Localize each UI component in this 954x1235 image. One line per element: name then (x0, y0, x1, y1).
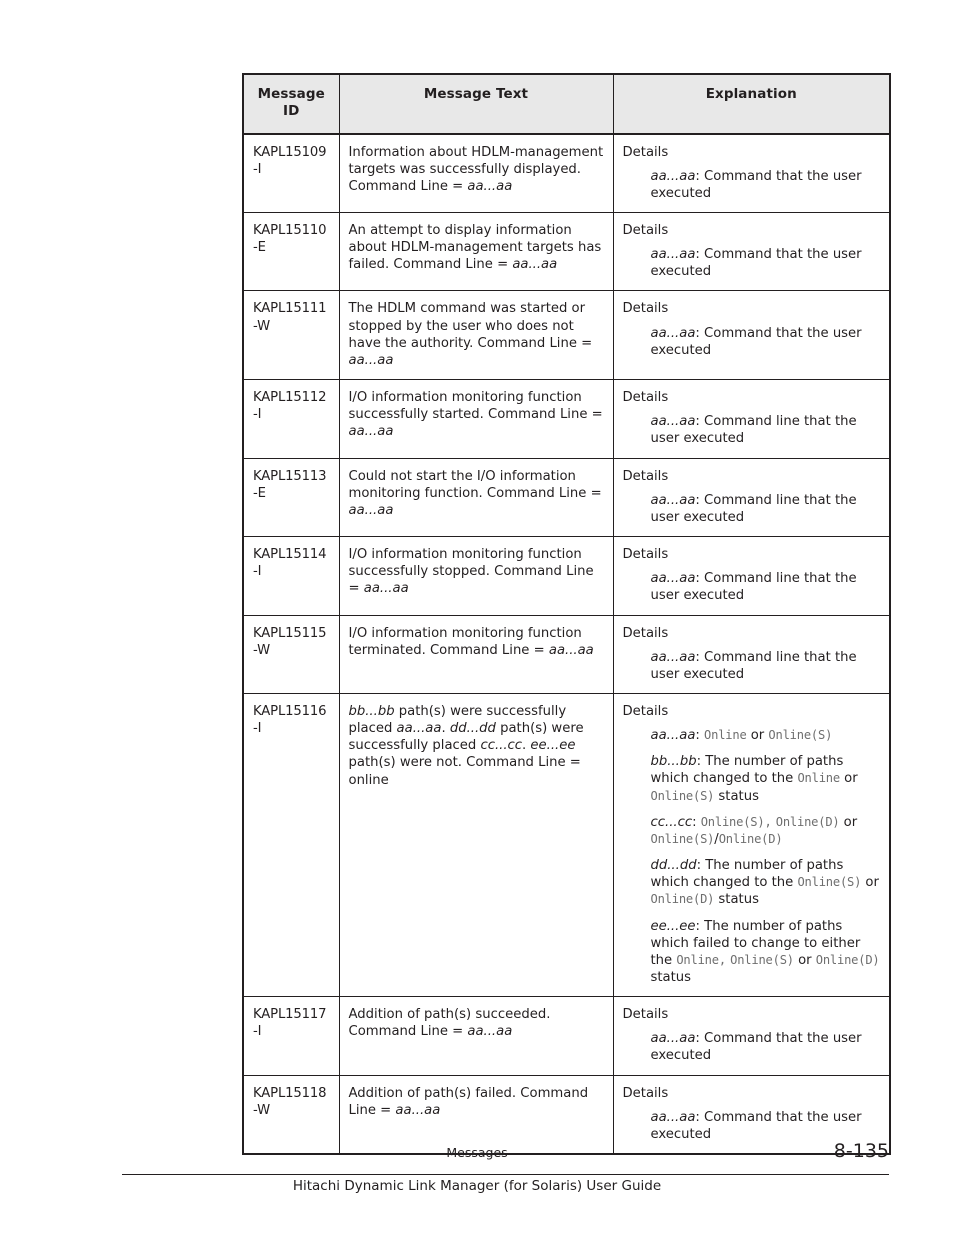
explanation-cell: Details aa...aa: Command line that the us… (612, 457, 891, 538)
message-text-cell: Addition of path(s) succeeded. Command L… (338, 996, 614, 1076)
table-row: KAPL15113 -E Could not start the I/O info… (242, 457, 891, 538)
message-id-cell: KAPL15117 -I (242, 996, 340, 1076)
table-header: Message ID Message Text Explanation (242, 73, 891, 135)
message-id-cell: KAPL15112 -I (242, 379, 340, 459)
message-text-cell: I/O information monitoring function succ… (338, 536, 614, 616)
footer-page-number: 8-135 (833, 1140, 889, 1162)
message-text-cell: I/O information monitoring function succ… (338, 379, 614, 459)
details-label: Details (622, 547, 669, 563)
explanation-cell: Details aa...aa: Command that the user ex… (612, 290, 891, 381)
detail-item: aa...aa: Command that the user executed (650, 168, 862, 201)
page-footer: Messages 8-135 Hitachi Dynamic Link Mana… (0, 1140, 954, 1194)
table-header-row: Message ID Message Text Explanation (242, 73, 891, 135)
detail-item: aa...aa: Command line that the user exec… (650, 649, 857, 682)
detail-item: aa...aa: Command line that the user exec… (650, 414, 857, 447)
details-label: Details (622, 625, 669, 641)
detail-item: aa...aa: Command that the user executed (650, 1109, 862, 1142)
footer-guide-title: Hitachi Dynamic Link Manager (for Solari… (292, 1178, 662, 1194)
message-id-cell: KAPL15113 -E (242, 457, 340, 538)
detail-item: dd...dd: The number of paths which chang… (650, 858, 879, 908)
column-header-explanation: Explanation (612, 73, 891, 135)
detail-item: bb...bb: The number of paths which chang… (650, 754, 858, 804)
details-label: Details (622, 1007, 669, 1023)
table-row: KAPL15109 -I Information about HDLM-manag… (242, 133, 891, 213)
explanation-cell: Details aa...aa: Command that the user ex… (612, 211, 891, 292)
message-text-cell: Could not start the I/O information moni… (338, 457, 614, 538)
message-id-cell: KAPL15115 -W (242, 614, 340, 694)
detail-item: aa...aa: Command line that the user exec… (650, 571, 857, 604)
detail-item: aa...aa: Command that the user executed (650, 1031, 862, 1064)
explanation-cell: Details aa...aa: Command line that the us… (612, 614, 891, 694)
column-header-message-id: Message ID (242, 73, 340, 135)
message-id-cell: KAPL15114 -I (242, 536, 340, 616)
details-label: Details (622, 703, 669, 719)
footer-top-line: Messages 8-135 (0, 1140, 954, 1166)
message-text-cell: The HDLM command was started or stopped … (338, 290, 614, 381)
explanation-cell: Details aa...aa: Command that the user ex… (612, 133, 891, 213)
details-label: Details (622, 223, 669, 238)
table-row: KAPL15114 -I I/O information monitoring f… (242, 536, 891, 616)
details-label: Details (622, 1085, 669, 1101)
detail-item: aa...aa: Command line that the user exec… (650, 492, 857, 525)
table-row: KAPL15115 -W I/O information monitoring f… (242, 614, 891, 694)
message-id-cell: KAPL15110 -E (242, 211, 340, 292)
details-label: Details (622, 144, 669, 160)
footer-section-name: Messages (446, 1145, 508, 1160)
detail-item: cc...cc: Online(S), Online(D) or Online(… (650, 814, 858, 847)
table-row: KAPL15111 -W The HDLM command was started… (242, 290, 891, 381)
details-label: Details (622, 390, 669, 406)
detail-item: aa...aa: Online or Online(S) (650, 728, 833, 744)
details-label: Details (622, 301, 669, 317)
message-id-cell: KAPL15116 -I (242, 692, 340, 998)
explanation-cell: Details aa...aa: Command line that the us… (612, 536, 891, 616)
table-row: KAPL15112 -I I/O information monitoring f… (242, 379, 891, 459)
explanation-cell: Details aa...aa: Command line that the us… (612, 379, 891, 459)
column-header-message-id-line2: ID (283, 103, 300, 120)
detail-item: aa...aa: Command that the user executed (650, 325, 862, 358)
table-row: KAPL15110 -E An attempt to display inform… (242, 211, 891, 292)
table-row: KAPL15116 -I bb...bb path(s) were success… (242, 692, 891, 998)
column-header-message-id-line1: Message (257, 86, 325, 102)
footer-divider (122, 1174, 889, 1175)
message-id-cell: KAPL15111 -W (242, 290, 340, 381)
table-row: KAPL15117 -I Addition of path(s) succeede… (242, 996, 891, 1076)
explanation-cell: Details aa...aa: Command that the user ex… (612, 996, 891, 1076)
explanation-cell: Details aa...aa: Online or Online(S) bb...… (612, 692, 891, 998)
detail-item: aa...aa: Command that the user executed (650, 247, 862, 280)
message-text-cell: An attempt to display information about … (338, 211, 614, 292)
message-text-cell: I/O information monitoring function term… (338, 614, 614, 694)
message-text-cell: Information about HDLM-management target… (338, 133, 614, 213)
details-label: Details (622, 468, 669, 484)
column-header-message-text: Message Text (338, 73, 614, 135)
message-id-cell: KAPL15109 -I (242, 133, 340, 213)
message-reference-table: Message ID Message Text Explanation KAPL… (242, 73, 891, 1156)
message-text-cell: bb...bb path(s) were successfully placed… (338, 692, 614, 998)
table-body: KAPL15109 -I Information about HDLM-manag… (242, 133, 891, 1155)
detail-item: ee...ee: The number of paths which faile… (650, 918, 880, 985)
